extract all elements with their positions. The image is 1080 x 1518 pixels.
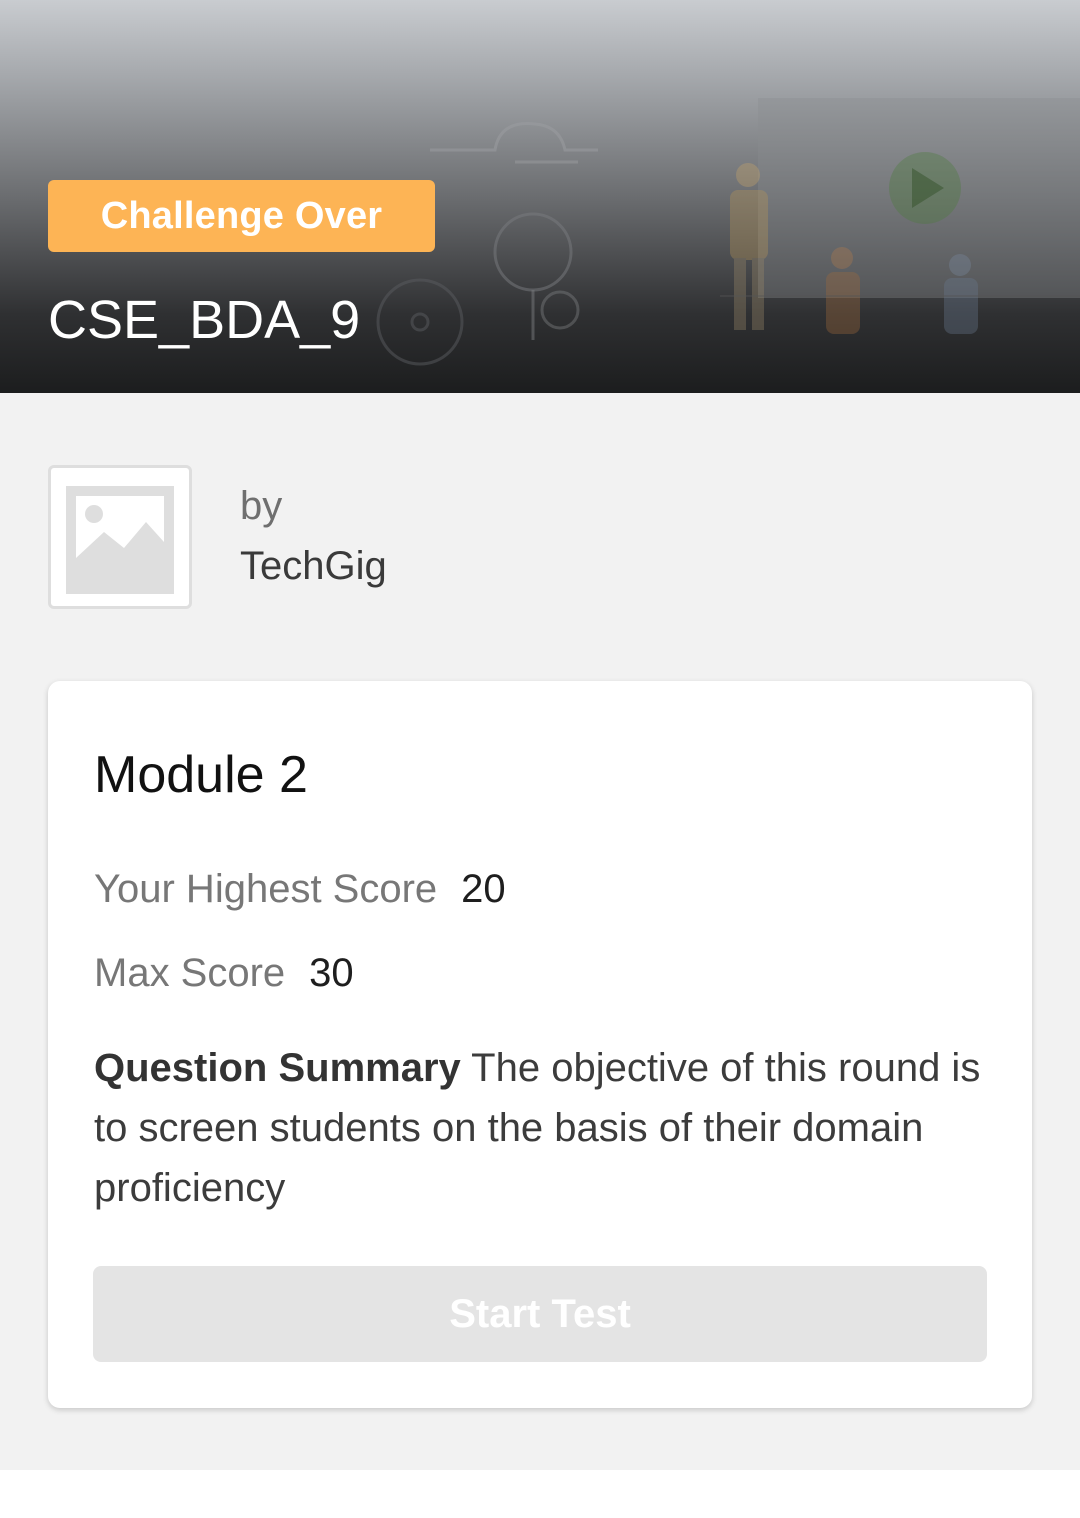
challenge-page: Challenge Over CSE_BDA_9 by TechGig Modu… — [0, 0, 1080, 1518]
question-summary: Question Summary The objective of this r… — [94, 1038, 994, 1218]
challenge-status-label: Challenge Over — [100, 194, 383, 237]
image-placeholder-icon — [66, 486, 174, 594]
challenge-title: CSE_BDA_9 — [48, 290, 361, 350]
max-score-value: 30 — [309, 951, 354, 995]
next-card-edge — [0, 1470, 1080, 1518]
start-test-button[interactable]: Start Test — [93, 1266, 987, 1362]
module-title: Module 2 — [94, 746, 308, 804]
organizer-by-label: by — [240, 484, 283, 528]
challenge-status-badge: Challenge Over — [48, 180, 435, 252]
question-summary-label: Question Summary — [94, 1046, 461, 1090]
highest-score-row: Your Highest Score 20 — [94, 863, 506, 915]
highest-score-value: 20 — [461, 867, 506, 911]
hero-banner: Challenge Over CSE_BDA_9 — [0, 0, 1080, 393]
module-card: Module 2 Your Highest Score 20 Max Score… — [48, 681, 1032, 1408]
highest-score-label: Your Highest Score — [94, 867, 438, 911]
max-score-label: Max Score — [94, 951, 286, 995]
max-score-row: Max Score 30 — [94, 947, 354, 999]
organizer-name[interactable]: TechGig — [240, 540, 387, 592]
organizer-logo — [48, 465, 192, 609]
